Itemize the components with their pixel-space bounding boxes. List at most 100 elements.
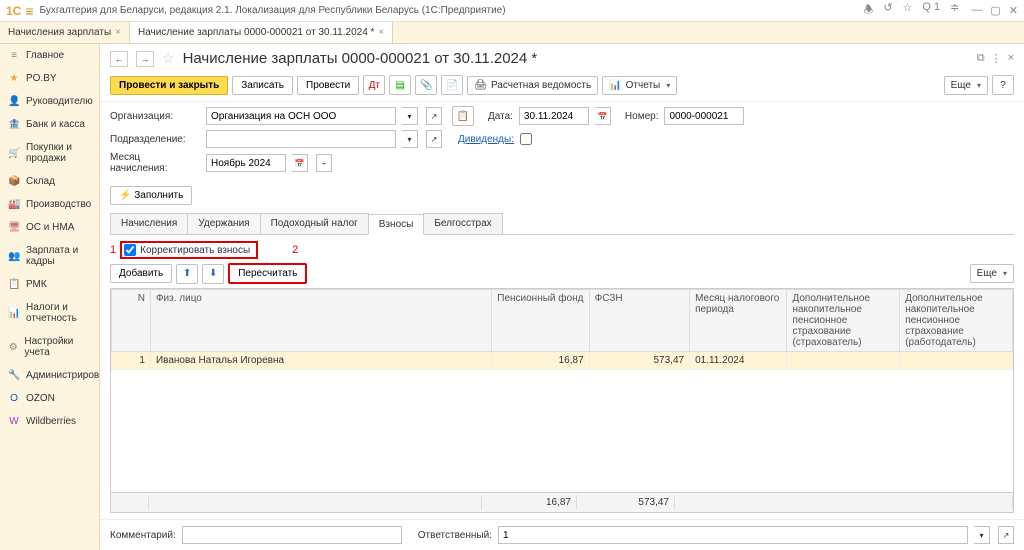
sidebar-item[interactable]: 🛒Покупки и продажи <box>0 136 99 170</box>
inner-tab[interactable]: Белгосстрах <box>423 213 502 234</box>
create-based-button[interactable]: 📄 <box>441 75 463 95</box>
sub-more-button[interactable]: Еще <box>970 264 1014 283</box>
help-button[interactable]: ? <box>992 75 1014 95</box>
org-dropdown-icon[interactable]: ▾ <box>402 107 418 125</box>
menu-icon[interactable]: ⋮ <box>991 52 1002 65</box>
column-header[interactable]: Дополнительное накопительное пенсионное … <box>787 290 900 352</box>
add-button[interactable]: Добавить <box>110 264 172 283</box>
attach-button[interactable]: 📎 <box>415 75 437 95</box>
tab-close-icon[interactable]: × <box>115 27 121 38</box>
link-icon[interactable]: ⧉ <box>977 52 985 65</box>
sidebar-item[interactable]: 🖥ОС и НМА <box>0 216 99 239</box>
cell-fszn: 573,47 <box>589 352 689 370</box>
hamburger-icon[interactable]: ≡ <box>25 3 33 19</box>
inner-tab[interactable]: Начисления <box>110 213 188 234</box>
sidebar-label: РМК <box>26 279 47 290</box>
reports-button[interactable]: 📊 Отчеты <box>602 76 677 95</box>
org-open-button[interactable]: ↗ <box>426 107 442 125</box>
sidebar-item[interactable]: 📊Налоги и отчетность <box>0 296 99 330</box>
minimize-icon[interactable]: — <box>971 4 982 17</box>
sidebar-item[interactable]: 🏭Производство <box>0 193 99 216</box>
column-header[interactable]: Физ. лицо <box>150 290 491 352</box>
dept-dropdown-icon[interactable]: ▾ <box>402 130 418 148</box>
resp-input[interactable] <box>498 526 968 544</box>
dept-input[interactable] <box>206 130 396 148</box>
dt-kt-button[interactable]: Дт <box>363 75 385 95</box>
sidebar-label: ОС и НМА <box>26 222 74 233</box>
inner-tab[interactable]: Подоходный налог <box>260 213 369 234</box>
inner-tab[interactable]: Взносы <box>368 214 425 235</box>
settings-icon[interactable]: ≑ <box>950 1 959 20</box>
correct-label: Корректировать взносы <box>140 245 250 256</box>
dept-open-button[interactable]: ↗ <box>426 130 442 148</box>
doc-movements-button[interactable]: 📋 <box>452 106 474 126</box>
sidebar-item[interactable]: 👥Зарплата и кадры <box>0 239 99 273</box>
column-header[interactable]: Пенсионный фонд <box>492 290 589 352</box>
star-icon[interactable]: ☆ <box>903 1 913 20</box>
more-button[interactable]: Еще <box>944 76 988 95</box>
maximize-icon[interactable]: ▢ <box>990 4 1000 17</box>
inner-tab[interactable]: Удержания <box>187 213 260 234</box>
move-up-button[interactable]: ⬆ <box>176 264 198 284</box>
forward-button[interactable]: → <box>136 51 154 67</box>
correct-checkbox[interactable] <box>124 244 136 256</box>
column-header[interactable]: ФСЗН <box>589 290 689 352</box>
sidebar-item[interactable]: 🏦Банк и касса <box>0 113 99 136</box>
column-header[interactable]: N <box>112 290 151 352</box>
search-icon[interactable]: Q 1 <box>922 1 940 20</box>
month-input[interactable] <box>206 154 286 172</box>
favorite-icon[interactable]: ☆ <box>162 50 175 67</box>
fill-button[interactable]: ⚡ Заполнить <box>110 186 192 205</box>
org-label: Организация: <box>110 111 200 122</box>
print-button[interactable]: 🖨 Расчетная ведомость <box>467 76 598 95</box>
table-row[interactable]: 1 Иванова Наталья Игоревна 16,87 573,47 … <box>112 352 1013 370</box>
move-down-button[interactable]: ⬇ <box>202 264 224 284</box>
tab-list[interactable]: Начисления зарплаты × <box>0 22 130 43</box>
cell-name: Иванова Наталья Игоревна <box>150 352 491 370</box>
tab-document[interactable]: Начисление зарплаты 0000-000021 от 30.11… <box>130 22 393 43</box>
save-button[interactable]: Записать <box>232 76 293 95</box>
sidebar-label: Производство <box>26 199 91 210</box>
sidebar-icon: 📋 <box>8 279 20 290</box>
close-icon[interactable]: ✕ <box>1009 4 1018 17</box>
sidebar-icon: ⚙ <box>8 342 18 353</box>
sidebar-label: OZON <box>26 393 55 404</box>
column-header[interactable]: Дополнительное накопительное пенсионное … <box>900 290 1013 352</box>
app-title: Бухгалтерия для Беларуси, редакция 2.1. … <box>40 5 506 16</box>
date-input[interactable] <box>519 107 589 125</box>
dividends-checkbox[interactable] <box>520 133 532 145</box>
comment-input[interactable] <box>182 526 402 544</box>
sidebar-item[interactable]: ★PO.BY <box>0 67 99 90</box>
recalc-button[interactable]: Пересчитать <box>228 263 307 284</box>
calendar-icon[interactable]: 📅 <box>595 107 611 125</box>
sidebar-item[interactable]: 👤Руководителю <box>0 90 99 113</box>
dividends-link[interactable]: Дивиденды: <box>458 134 514 145</box>
sidebar-item[interactable]: ≡Главное <box>0 44 99 67</box>
calendar-icon[interactable]: 📅 <box>292 154 308 172</box>
resp-dropdown-icon[interactable]: ▾ <box>974 526 990 544</box>
month-spinner[interactable]: ÷ <box>316 154 332 172</box>
back-button[interactable]: ← <box>110 51 128 67</box>
org-input[interactable] <box>206 107 396 125</box>
post-close-button[interactable]: Провести и закрыть <box>110 76 228 95</box>
sidebar-icon: 📊 <box>8 308 20 319</box>
num-input[interactable] <box>664 107 744 125</box>
history-icon[interactable]: ↺ <box>883 1 892 20</box>
table[interactable]: NФиз. лицоПенсионный фондФСЗНМесяц налог… <box>110 288 1014 493</box>
resp-open-button[interactable]: ↗ <box>998 526 1014 544</box>
tab-content: 1 Корректировать взносы 2 Добавить ⬆ ⬇ П… <box>100 235 1024 519</box>
tab-close-icon[interactable]: × <box>378 27 384 38</box>
post-button[interactable]: Провести <box>297 76 359 95</box>
column-header[interactable]: Месяц налогового периода <box>690 290 787 352</box>
bell-icon[interactable]: 🕭 <box>863 1 873 20</box>
sidebar-icon: 📦 <box>8 176 20 187</box>
sidebar-item[interactable]: 📦Склад <box>0 170 99 193</box>
sidebar-item[interactable]: ⚙Настройки учета <box>0 330 99 364</box>
doc-close-icon[interactable]: × <box>1008 52 1014 65</box>
sidebar-item[interactable]: 📋 РМК <box>0 273 99 296</box>
sidebar-item[interactable]: OOZON <box>0 387 99 410</box>
structure-button[interactable]: ▤ <box>389 75 411 95</box>
comment-label: Комментарий: <box>110 530 176 541</box>
sidebar-item[interactable]: WWildberries <box>0 410 99 433</box>
sidebar-item[interactable]: 🔧Администрирование <box>0 364 99 387</box>
